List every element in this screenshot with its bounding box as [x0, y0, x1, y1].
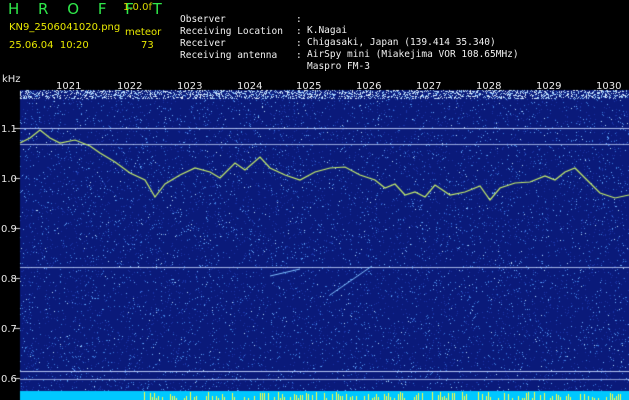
info-value: AirSpy mini (Miakejima VOR 108.65MHz): [307, 49, 519, 60]
x-tick-label: 1028: [476, 81, 502, 92]
info-label: Receiving antenna: [180, 50, 278, 61]
info-value: Maspro FM-3: [307, 61, 370, 72]
y-tick-label: 1.1: [1, 124, 17, 135]
datetime: 25.06.04 10:20: [9, 40, 89, 51]
x-tick-label: 1024: [237, 81, 263, 92]
x-tick-label: 1030: [596, 81, 622, 92]
x-tick-label: 1027: [416, 81, 442, 92]
y-tick-label: 0.7: [1, 324, 17, 335]
meteor-label: meteor: [125, 27, 162, 38]
y-tick-label: 0.9: [1, 224, 17, 235]
y-axis-unit: kHz: [2, 74, 21, 85]
x-tick-label: 1025: [296, 81, 322, 92]
x-tick-label: 1029: [536, 81, 562, 92]
x-tick-label: 1023: [177, 81, 203, 92]
y-tick-label: 0.6: [1, 374, 17, 385]
info-receiver: Receiver: AirSpy mini (Miakejima VOR 108…: [180, 38, 519, 60]
info-value: K.Nagai: [307, 25, 348, 36]
info-location: Receiving Location: Chigasaki, Japan (13…: [180, 26, 496, 48]
x-tick-label: 1022: [117, 81, 143, 92]
info-antenna: Receiving antenna: Maspro FM-3: [180, 50, 370, 72]
file-name: KN9_2506041020.png: [9, 22, 121, 33]
info-value: Chigasaki, Japan (139.414 35.340): [307, 37, 496, 48]
y-tick-label: 0.8: [1, 274, 17, 285]
y-tick-label: 1.0: [1, 174, 17, 185]
app-version: 1.0.0f: [123, 2, 152, 13]
meteor-count: 73: [141, 40, 154, 51]
x-tick-label: 1021: [56, 81, 82, 92]
spectrogram-canvas[interactable]: [0, 80, 629, 400]
x-tick-label: 1026: [356, 81, 382, 92]
info-observer: Observer: K.Nagai: [180, 14, 348, 36]
hrofft-screen: H R O F F T 1.0.0f KN9_2506041020.png 25…: [0, 0, 629, 400]
